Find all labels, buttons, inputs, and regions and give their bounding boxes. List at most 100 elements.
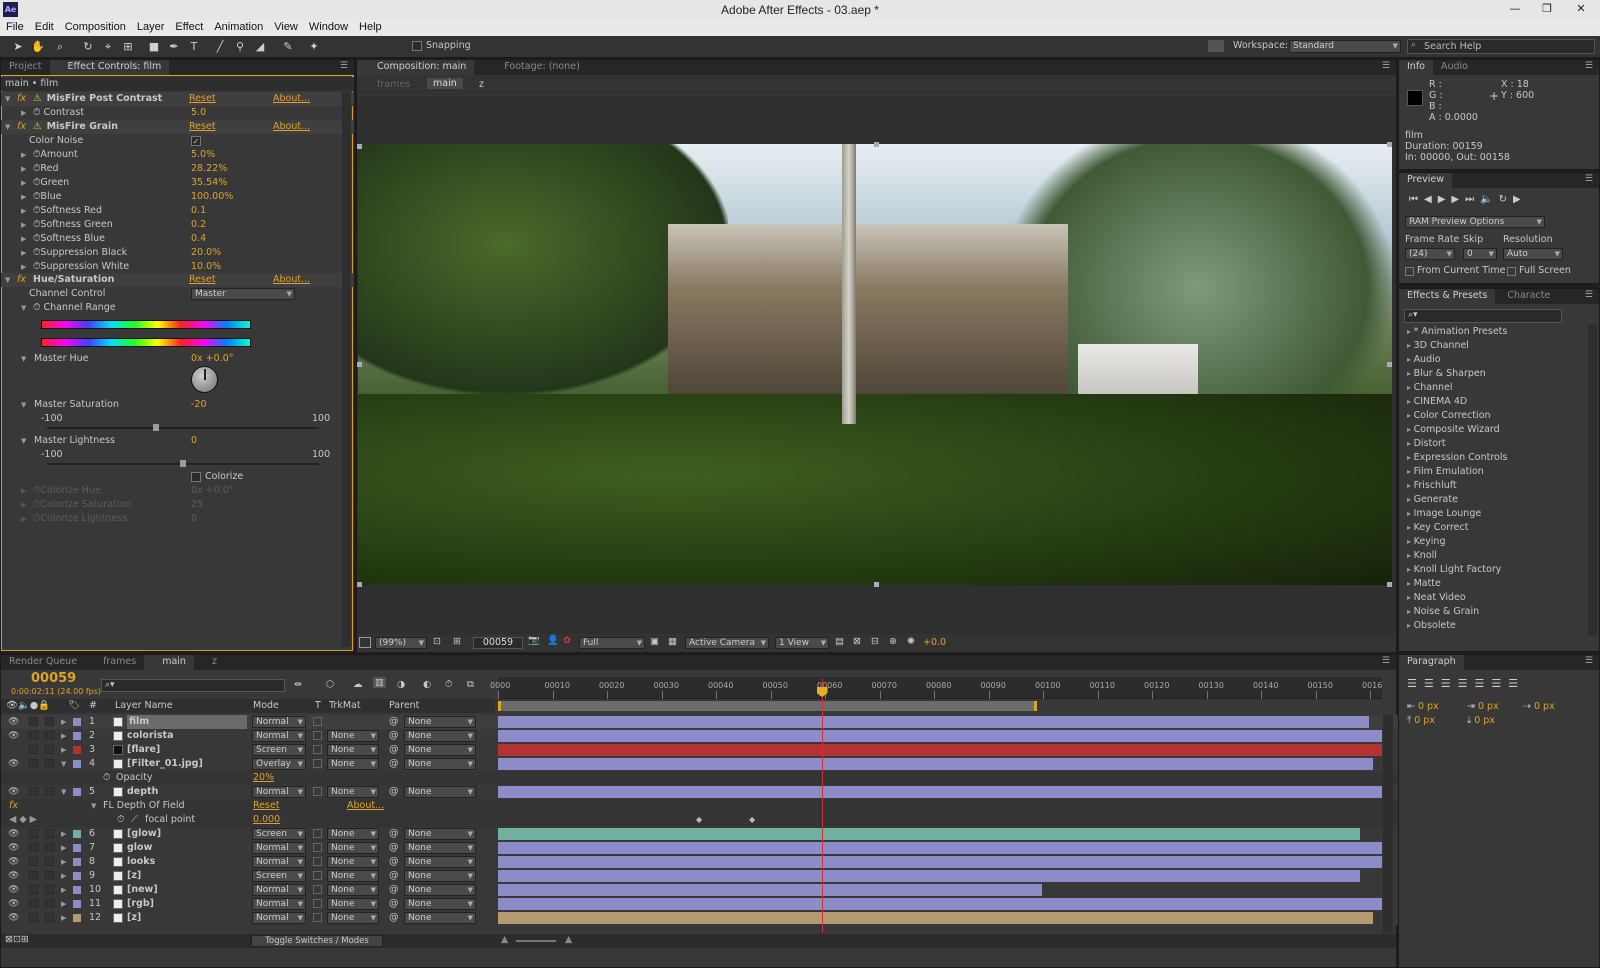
- trkmat-dropdown[interactable]: None: [327, 856, 379, 868]
- master-hue-dial[interactable]: [191, 366, 218, 393]
- trkmat-dropdown[interactable]: None: [327, 730, 379, 742]
- toggle-switches-modes-button[interactable]: Toggle Switches / Modes: [251, 935, 383, 947]
- param-value[interactable]: 0.2: [191, 218, 206, 232]
- saturation-slider-track[interactable]: [47, 427, 319, 429]
- tab-render-queue[interactable]: Render Queue: [1, 655, 85, 670]
- audio-switch[interactable]: [29, 843, 38, 852]
- hand-tool-icon[interactable]: ✋: [30, 39, 46, 54]
- visibility-eye-icon[interactable]: 👁: [8, 715, 19, 729]
- show-snapshot-icon[interactable]: 👤: [547, 635, 559, 646]
- layer-row[interactable]: 👁 ▼ 5 depth Normal None @ None: [1, 785, 1398, 799]
- pickwhip-icon[interactable]: @: [389, 897, 399, 911]
- stopwatch-icon[interactable]: ⏱: [103, 771, 110, 785]
- parent-dropdown[interactable]: None: [404, 758, 476, 770]
- lock-switch[interactable]: [45, 843, 54, 852]
- layer-row[interactable]: 👁 ▼ 4 [Filter_01.jpg] Overlay None @ None: [1, 757, 1398, 771]
- ram-preview-options-dropdown[interactable]: RAM Preview Options: [1405, 216, 1545, 228]
- param-value[interactable]: 0.4: [191, 232, 206, 246]
- effect-category-item[interactable]: Image Lounge: [1407, 507, 1482, 521]
- effect-category-item[interactable]: Generate: [1407, 493, 1458, 507]
- menu-animation[interactable]: Animation: [208, 20, 268, 33]
- lock-switch[interactable]: [45, 759, 54, 768]
- layer-row[interactable]: 👁 ▶ 11 [rgb] Normal None @ None: [1, 897, 1398, 911]
- lock-switch[interactable]: [45, 871, 54, 880]
- effects-scrollbar[interactable]: [1588, 325, 1597, 635]
- lock-switch[interactable]: [45, 829, 54, 838]
- selection-tool-icon[interactable]: ➤: [10, 39, 26, 54]
- parent-dropdown[interactable]: None: [404, 884, 476, 896]
- lock-switch[interactable]: [45, 717, 54, 726]
- label-color-swatch[interactable]: [73, 788, 81, 796]
- trkmat-dropdown[interactable]: None: [327, 828, 379, 840]
- pickwhip-icon[interactable]: @: [389, 869, 399, 883]
- parent-dropdown[interactable]: None: [404, 828, 476, 840]
- camera-tool-icon[interactable]: ⌖: [100, 39, 116, 54]
- tab-effect-controls[interactable]: Effect Controls: film: [49, 60, 170, 75]
- layer-duration-bar[interactable]: [498, 730, 1382, 742]
- effect-category-item[interactable]: Composite Wizard: [1407, 423, 1500, 437]
- parent-dropdown[interactable]: None: [404, 912, 476, 924]
- pickwhip-icon[interactable]: @: [389, 827, 399, 841]
- trkmat-dropdown[interactable]: None: [327, 870, 379, 882]
- effect-category-item[interactable]: Frischluft: [1407, 479, 1457, 493]
- stopwatch-icon[interactable]: ⏱: [33, 302, 40, 313]
- effects-search-input[interactable]: ⌕▾: [1404, 309, 1562, 323]
- layer-name[interactable]: [z]: [127, 911, 141, 925]
- parent-dropdown[interactable]: None: [404, 870, 476, 882]
- type-tool-icon[interactable]: T: [186, 39, 202, 54]
- visibility-eye-icon[interactable]: 👁: [8, 827, 19, 841]
- tab-preview[interactable]: Preview: [1399, 173, 1452, 188]
- menu-effect[interactable]: Effect: [169, 20, 208, 33]
- layer-duration-bar[interactable]: [498, 884, 1042, 896]
- preserve-transparency-checkbox[interactable]: [313, 857, 322, 866]
- audio-switch[interactable]: [29, 829, 38, 838]
- visibility-eye-icon[interactable]: 👁: [8, 785, 19, 799]
- panel-menu-icon[interactable]: ☰: [1585, 290, 1593, 300]
- align-center-icon[interactable]: ☰: [1424, 677, 1441, 690]
- audio-switch[interactable]: [29, 787, 38, 796]
- effect-category-item[interactable]: * Animation Presets: [1407, 325, 1508, 339]
- about-link[interactable]: About...: [347, 799, 384, 813]
- expand-triangle-icon[interactable]: ▶: [61, 743, 69, 757]
- maximize-icon[interactable]: ❐: [1534, 0, 1560, 18]
- saturation-slider-thumb[interactable]: [152, 424, 159, 431]
- layer-name[interactable]: [flare]: [127, 743, 160, 757]
- camera-dropdown[interactable]: Active Camera: [685, 637, 769, 649]
- frame-rate-dropdown[interactable]: (24): [1405, 248, 1455, 260]
- preserve-transparency-checkbox[interactable]: [313, 759, 322, 768]
- first-line-indent-value[interactable]: 0 px: [1534, 701, 1555, 712]
- trkmat-dropdown[interactable]: None: [327, 842, 379, 854]
- puppet-tool-icon[interactable]: ✦: [306, 39, 322, 54]
- parent-dropdown[interactable]: None: [404, 786, 476, 798]
- blend-mode-dropdown[interactable]: Normal: [252, 786, 306, 798]
- justify-last-right-icon[interactable]: ☰: [1491, 677, 1508, 690]
- property-value[interactable]: 0.000: [253, 813, 280, 827]
- reset-link[interactable]: Reset: [189, 92, 216, 106]
- menu-file[interactable]: File: [0, 20, 29, 33]
- layer-row[interactable]: 👁 ▶ 2 colorista Normal None @ None: [1, 729, 1398, 743]
- time-ruler[interactable]: 0000 00010 00020 00030 00040 00050 00060 00070 0…: [490, 677, 1382, 699]
- param-value[interactable]: 5.0%: [191, 148, 215, 162]
- expand-triangle-icon[interactable]: ▼: [61, 785, 69, 799]
- views-dropdown[interactable]: 1 View: [775, 637, 829, 649]
- eraser-tool-icon[interactable]: ◢: [252, 39, 268, 54]
- preserve-transparency-checkbox[interactable]: [313, 787, 322, 796]
- effect-category-item[interactable]: Knoll Light Factory: [1407, 563, 1502, 577]
- channel-icon[interactable]: ✿: [563, 635, 571, 646]
- region-of-interest-icon[interactable]: ▣: [650, 636, 659, 647]
- preserve-transparency-checkbox[interactable]: [313, 829, 322, 838]
- panel-menu-icon[interactable]: ☰: [1382, 656, 1390, 666]
- trkmat-dropdown[interactable]: None: [327, 912, 379, 924]
- tab-footage[interactable]: Footage: (none): [474, 60, 588, 75]
- trkmat-dropdown[interactable]: None: [327, 884, 379, 896]
- panel-menu-icon[interactable]: ☰: [1585, 656, 1593, 666]
- visibility-eye-icon[interactable]: 👁: [8, 869, 19, 883]
- snapping-checkbox[interactable]: [412, 41, 422, 51]
- tab-composition-main[interactable]: Composition: main: [357, 60, 475, 75]
- expand-triangle-icon[interactable]: ▼: [61, 757, 69, 771]
- tab-effects-presets[interactable]: Effects & Presets: [1399, 289, 1496, 304]
- comp-mini-flowchart-icon[interactable]: ⇹: [294, 679, 302, 690]
- audio-switch[interactable]: [29, 717, 38, 726]
- space-before-field[interactable]: ⤒ 0 px: [1407, 715, 1435, 726]
- space-after-field[interactable]: ⤓ 0 px: [1467, 715, 1495, 726]
